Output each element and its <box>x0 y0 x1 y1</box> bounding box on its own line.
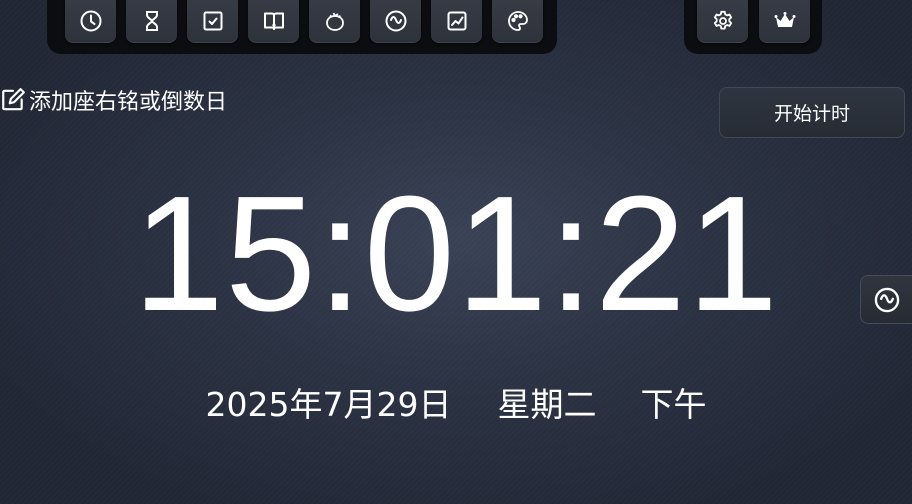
notice-book-icon <box>263 12 284 30</box>
weekday-text: 星期二 <box>497 385 597 424</box>
white-noise-button[interactable] <box>370 0 421 43</box>
motto-label: 添加座右铭或倒数日 <box>29 90 228 115</box>
wave-circle-icon <box>385 10 406 32</box>
notice-button[interactable] <box>248 0 299 43</box>
period-text: 下午 <box>640 385 707 424</box>
clock-icon <box>80 10 101 32</box>
countdown-button[interactable] <box>126 0 177 43</box>
checkbox-icon <box>203 11 222 31</box>
start-timer-button[interactable]: 开始计时 <box>719 87 905 138</box>
theme-button[interactable] <box>492 0 543 43</box>
palette-icon <box>507 11 528 31</box>
main-toolbar <box>47 0 557 54</box>
todo-button[interactable] <box>187 0 238 43</box>
statistics-button[interactable] <box>431 0 482 43</box>
crown-icon <box>774 12 795 27</box>
hourglass-icon <box>145 11 158 31</box>
start-timer-label: 开始计时 <box>773 103 850 125</box>
gear-icon <box>713 10 732 30</box>
settings-toolbar <box>684 0 822 54</box>
wave-circle-icon <box>874 287 899 312</box>
pomodoro-button[interactable] <box>309 0 360 43</box>
edit-icon <box>2 88 25 111</box>
date-text: 2025年7月29日 <box>205 385 452 424</box>
vip-button[interactable] <box>759 0 810 43</box>
chart-icon <box>447 11 466 31</box>
add-motto-link[interactable]: 添加座右铭或倒数日 <box>0 84 227 116</box>
side-white-noise-button[interactable] <box>860 275 912 324</box>
date-line: 2025年7月29日 星期二 下午 <box>0 378 912 426</box>
clock-button[interactable] <box>65 0 116 43</box>
clock-time: 15:01:21 <box>132 162 780 345</box>
settings-button[interactable] <box>697 0 748 43</box>
tomato-icon <box>325 12 344 31</box>
